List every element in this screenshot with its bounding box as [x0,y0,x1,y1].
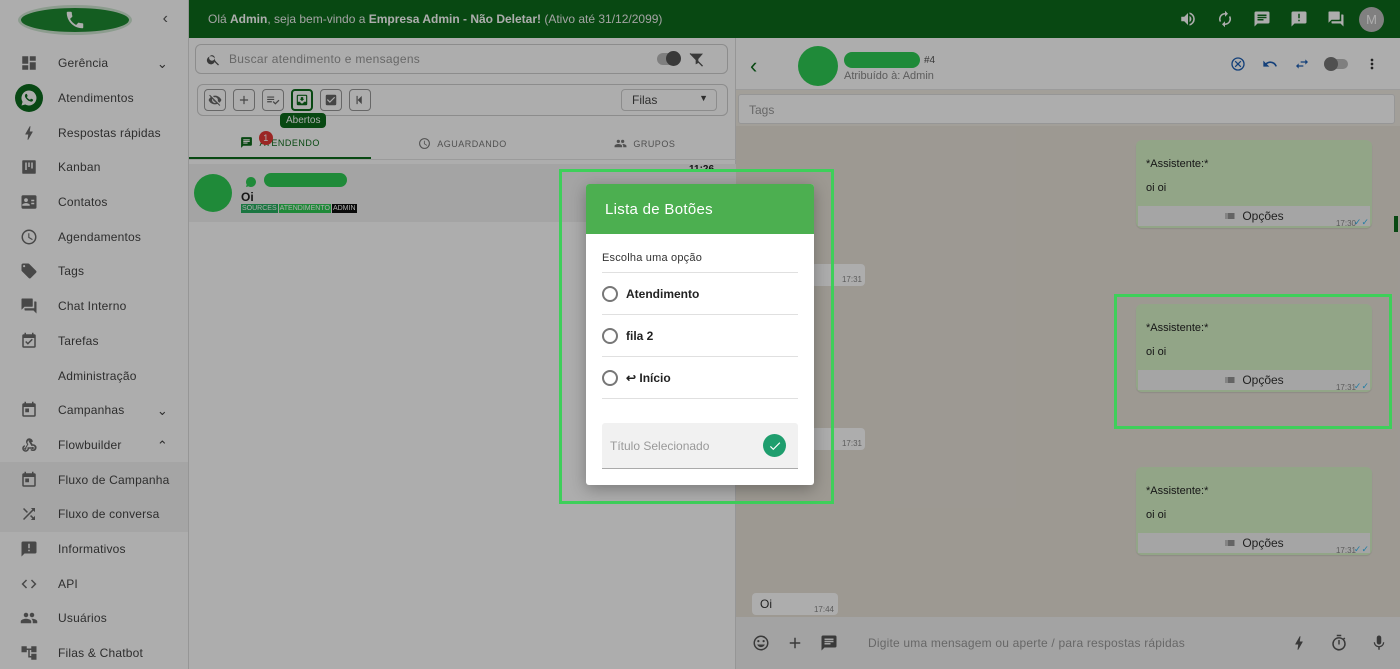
option-fila-2[interactable]: fila 2 [602,315,798,357]
option-label: ↩ Início [626,370,671,385]
radio-button[interactable] [602,327,618,344]
option-label: Atendimento [626,286,700,301]
button-list-dialog: Lista de Botões Escolha uma opção Atendi… [586,184,814,485]
selected-title-field[interactable]: Título Selecionado [602,423,798,469]
radio-button[interactable] [602,369,618,386]
confirm-check-button[interactable] [763,434,786,457]
option-label: fila 2 [626,328,654,343]
radio-button[interactable] [602,285,618,302]
option-inicio[interactable]: ↩ Início [602,357,798,399]
highlight-frame [1114,294,1392,429]
option-atendimento[interactable]: Atendimento [602,273,798,315]
dialog-title: Lista de Botões [586,184,814,234]
dialog-subtitle: Escolha uma opção [602,234,798,273]
selected-title-placeholder: Título Selecionado [610,438,710,453]
check-icon [769,441,780,450]
